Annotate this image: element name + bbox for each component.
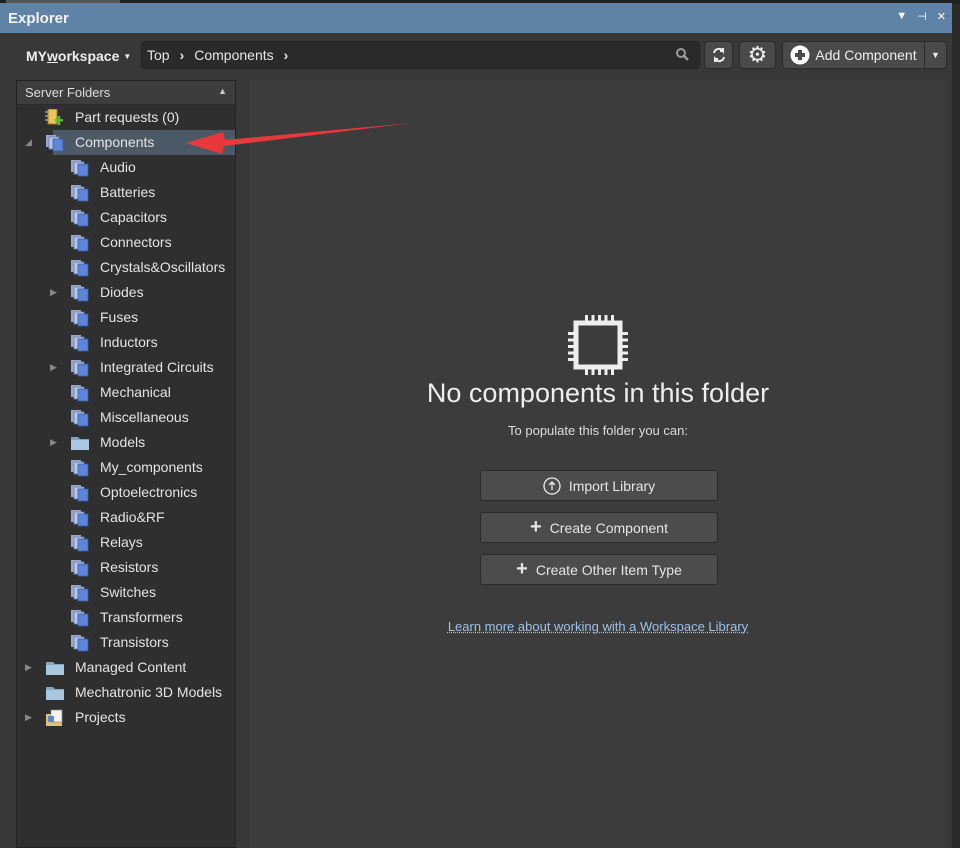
annotation-arrow (186, 123, 412, 154)
